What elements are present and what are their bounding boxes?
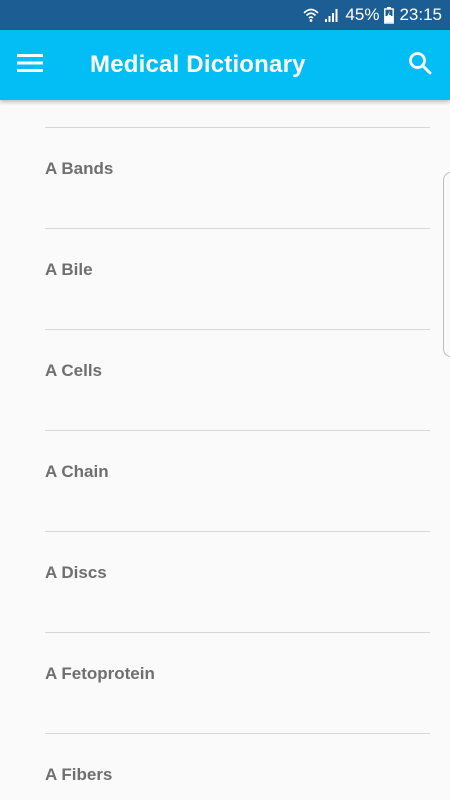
- wifi-icon: [303, 7, 319, 23]
- search-button[interactable]: [404, 49, 436, 81]
- fast-scroll-handle[interactable]: [443, 172, 450, 357]
- list-item[interactable]: A Discs: [45, 532, 430, 633]
- term-label: A Cells: [45, 361, 103, 380]
- list-item[interactable]: A Fibers: [45, 734, 430, 800]
- search-icon: [408, 51, 432, 80]
- status-icons: 45% 23:15: [303, 0, 442, 30]
- term-label: A Bile: [45, 260, 93, 279]
- term-label: A Fetoprotein: [45, 664, 155, 683]
- list-item[interactable]: A Chain: [45, 431, 430, 532]
- signal-icon: [324, 7, 340, 23]
- menu-button[interactable]: [14, 50, 46, 80]
- app-bar: Medical Dictionary: [0, 30, 450, 100]
- term-label: A Chain: [45, 462, 109, 481]
- battery-charging-icon: [384, 6, 395, 24]
- clock: 23:15: [399, 5, 442, 24]
- term-label: A Bands: [45, 159, 114, 178]
- term-list[interactable]: A Bands A Bile A Cells A Chain A Discs A…: [0, 100, 450, 800]
- list-item[interactable]: A Fetoprotein: [45, 633, 430, 734]
- menu-icon: [17, 53, 43, 78]
- term-label: A Discs: [45, 563, 107, 582]
- page-title: Medical Dictionary: [90, 51, 306, 78]
- term-label: A Fibers: [45, 765, 113, 784]
- list-item[interactable]: A Cells: [45, 330, 430, 431]
- battery-level: 45%: [345, 5, 380, 24]
- list-item[interactable]: A Bile: [45, 229, 430, 330]
- status-bar: 45% 23:15: [0, 0, 450, 30]
- list-item[interactable]: A Bands: [45, 128, 430, 229]
